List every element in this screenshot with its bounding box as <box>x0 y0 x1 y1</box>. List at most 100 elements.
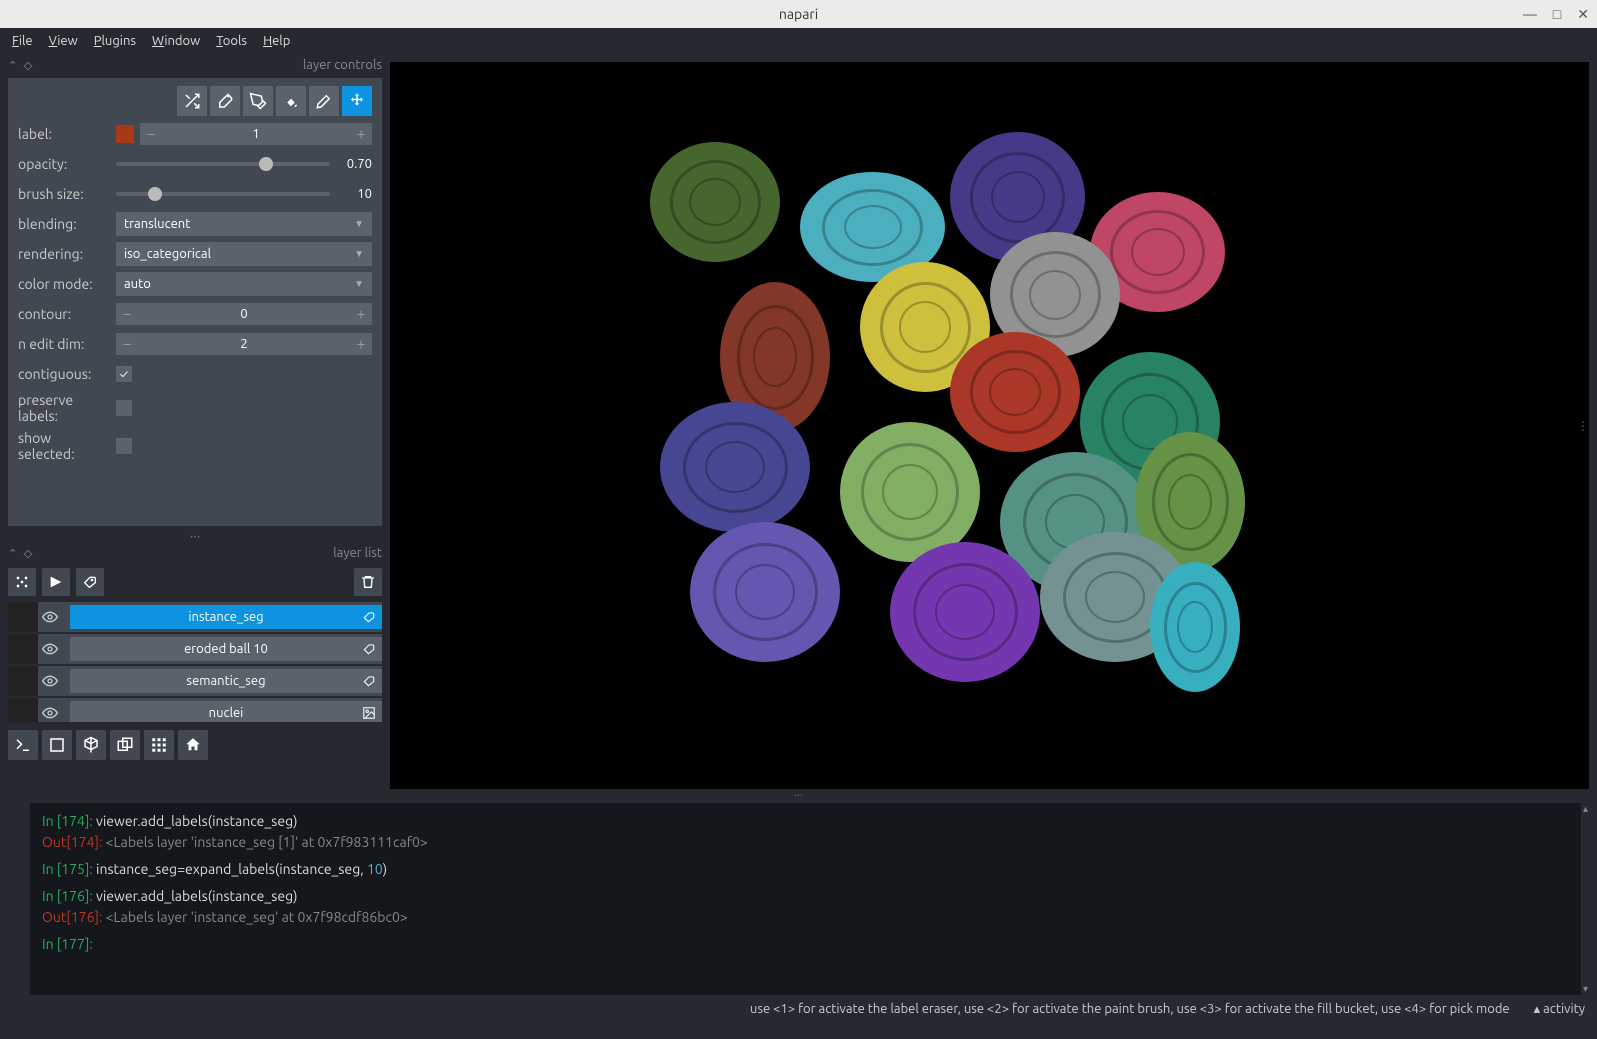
new-labels-button[interactable] <box>76 568 104 596</box>
grid-button[interactable] <box>144 730 174 760</box>
brush-slider[interactable] <box>116 192 330 196</box>
show-selected-checkbox[interactable] <box>116 438 132 454</box>
menu-help[interactable]: Help <box>263 34 290 48</box>
statusbar: use <1> for activate the label eraser, u… <box>0 995 1597 1023</box>
pick-button[interactable] <box>309 86 339 116</box>
opacity-label: opacity: <box>18 156 110 172</box>
viewer-canvas[interactable]: ⋮ <box>390 62 1589 789</box>
layer-type-icon <box>362 642 376 656</box>
colormode-combo[interactable]: auto▼ <box>116 272 372 296</box>
layer-name[interactable]: instance_seg <box>70 605 382 629</box>
menu-file[interactable]: File <box>12 34 33 48</box>
new-points-button[interactable] <box>8 568 36 596</box>
contour-label: contour: <box>18 306 110 322</box>
layer-visibility-toggle[interactable] <box>42 641 66 657</box>
segmentation-blob <box>950 332 1080 452</box>
contiguous-checkbox[interactable]: ✓ <box>116 366 132 382</box>
layer-controls-header: ⌃ ◇ layer controls <box>0 54 390 76</box>
layer-type-icon <box>362 706 376 720</box>
show-selected-label: show selected: <box>18 430 110 462</box>
minimize-button[interactable]: — <box>1523 6 1537 23</box>
ipython-console[interactable]: In [174]: viewer.add_labels(instance_seg… <box>30 803 1581 995</box>
chevron-down-icon: ▼ <box>354 218 364 230</box>
segmentation-blob <box>690 522 840 662</box>
ndisplay-2d-button[interactable] <box>42 730 72 760</box>
segmentation-blob <box>1150 562 1240 692</box>
layer-name[interactable]: nuclei <box>70 701 382 722</box>
activity-button[interactable]: ▴ activity <box>1534 1002 1585 1017</box>
side-handle-icon[interactable]: ⋮ <box>1577 419 1589 433</box>
layer-type-icon <box>362 610 376 624</box>
splitter-handle[interactable]: ··· <box>0 528 390 542</box>
layer-item[interactable]: eroded ball 10 <box>8 634 382 664</box>
nedit-decrement[interactable]: − <box>116 335 138 353</box>
chevron-down-icon: ▼ <box>354 278 364 290</box>
contour-increment[interactable]: + <box>350 305 372 323</box>
home-button[interactable] <box>178 730 208 760</box>
chevron-down-icon: ▼ <box>354 248 364 260</box>
nedit-label: n edit dim: <box>18 336 110 352</box>
layer-item[interactable]: semantic_seg <box>8 666 382 696</box>
window-titlebar: napari — □ ✕ <box>0 0 1597 28</box>
ndisplay-3d-button[interactable] <box>76 730 106 760</box>
segmentation-blob <box>660 402 810 532</box>
menu-plugins[interactable]: Plugins <box>94 34 136 48</box>
console-splitter[interactable]: ··· <box>0 789 1597 803</box>
preserve-label: preserve labels: <box>18 392 110 424</box>
nedit-spinbox[interactable]: − 2 + <box>116 333 372 355</box>
menu-window[interactable]: Window <box>152 34 200 48</box>
menu-tools[interactable]: Tools <box>216 34 247 48</box>
status-help-text: use <1> for activate the label eraser, u… <box>750 1002 1510 1016</box>
shuffle-colors-button[interactable] <box>177 86 207 116</box>
layer-list-header: ⌃ ◇ layer list <box>0 542 390 564</box>
segmentation-blob <box>890 542 1040 682</box>
dock-popout-icon[interactable]: ⌃ ◇ <box>8 547 34 560</box>
label-label: label: <box>18 126 110 142</box>
label-decrement[interactable]: − <box>140 125 162 143</box>
rendering-label: rendering: <box>18 246 110 262</box>
layer-visibility-toggle[interactable] <box>42 705 66 721</box>
window-title: napari <box>779 6 818 22</box>
console-gutter <box>0 803 30 995</box>
layer-visibility-toggle[interactable] <box>42 609 66 625</box>
layer-name[interactable]: eroded ball 10 <box>70 637 382 661</box>
pan-zoom-button[interactable] <box>342 86 372 116</box>
roll-dims-button[interactable] <box>110 730 140 760</box>
colormode-label: color mode: <box>18 276 110 292</box>
contour-spinbox[interactable]: − 0 + <box>116 303 372 325</box>
console-toggle-button[interactable] <box>8 730 38 760</box>
rendering-combo[interactable]: iso_categorical▼ <box>116 242 372 266</box>
label-value: 1 <box>162 127 350 141</box>
menu-view[interactable]: View <box>49 34 78 48</box>
opacity-slider[interactable] <box>116 162 330 166</box>
console-scrollbar[interactable] <box>1581 803 1597 995</box>
layer-item[interactable]: instance_seg <box>8 602 382 632</box>
paint-button[interactable] <box>243 86 273 116</box>
nedit-increment[interactable]: + <box>350 335 372 353</box>
blending-label: blending: <box>18 216 110 232</box>
contour-decrement[interactable]: − <box>116 305 138 323</box>
layer-list-title: layer list <box>333 546 382 560</box>
menubar: File View Plugins Window Tools Help <box>0 28 1597 54</box>
blending-combo[interactable]: translucent▼ <box>116 212 372 236</box>
new-shapes-button[interactable] <box>42 568 70 596</box>
label-spinbox[interactable]: − 1 + <box>140 123 372 145</box>
layer-visibility-toggle[interactable] <box>42 673 66 689</box>
fill-button[interactable] <box>276 86 306 116</box>
label-color-swatch[interactable] <box>116 125 134 143</box>
preserve-checkbox[interactable] <box>116 400 132 416</box>
layer-thumbnail <box>8 602 38 632</box>
layers-list: instance_segeroded ball 10 semantic_segnu… <box>8 602 382 722</box>
layer-item[interactable]: nuclei <box>8 698 382 722</box>
brush-label: brush size: <box>18 186 110 202</box>
layer-thumbnail <box>8 698 38 722</box>
delete-layer-button[interactable] <box>354 568 382 596</box>
eraser-button[interactable] <box>210 86 240 116</box>
layer-thumbnail <box>8 634 38 664</box>
layer-name[interactable]: semantic_seg <box>70 669 382 693</box>
dock-popout-icon[interactable]: ⌃ ◇ <box>8 59 34 72</box>
label-increment[interactable]: + <box>350 125 372 143</box>
layer-controls-panel: label: − 1 + opacity: 0.70 brush size: <box>8 78 382 526</box>
close-button[interactable]: ✕ <box>1577 6 1589 23</box>
maximize-button[interactable]: □ <box>1553 6 1561 23</box>
